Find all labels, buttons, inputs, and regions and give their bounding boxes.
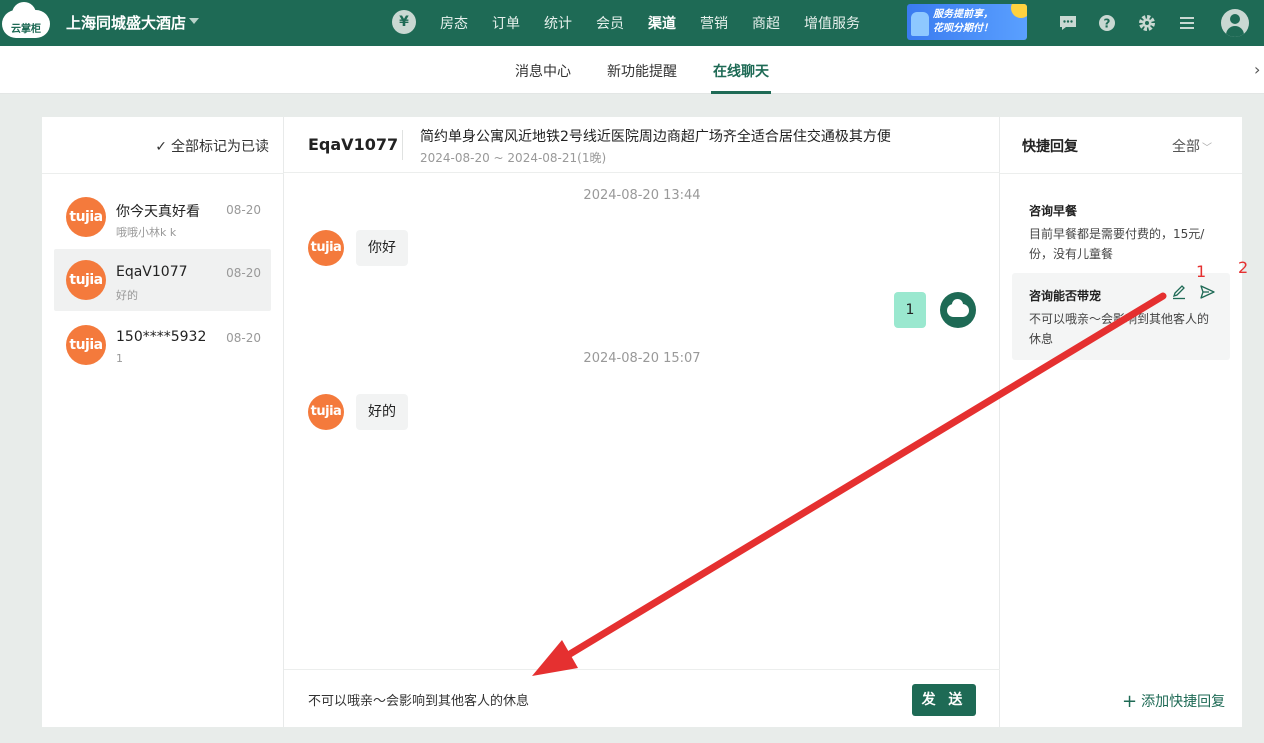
- quick-reply-item-title: 咨询早餐: [1029, 204, 1078, 218]
- quick-reply-item-text: 不可以哦亲～会影响到其他客人的休息: [1029, 312, 1210, 346]
- chat-area: EqaV1077 简约单身公寓风近地铁2号线近医院周边商超广场齐全适合居住交通极…: [284, 117, 1000, 727]
- nav-item-statistics[interactable]: 统计: [544, 13, 572, 33]
- chat-panel: ✓ 全部标记为已读 tujia 你今天真好看 08-20 哦哦小林k k tuji…: [42, 117, 1248, 727]
- hotel-name[interactable]: 上海同城盛大酒店: [66, 12, 186, 33]
- nav-item-channels[interactable]: 渠道: [648, 13, 676, 33]
- help-icon[interactable]: ?: [1097, 13, 1117, 33]
- divider: [1000, 173, 1242, 174]
- conversation-name: 150****5932: [116, 329, 207, 345]
- tujia-avatar-icon: tujia: [66, 325, 106, 365]
- conversation-preview: 1: [116, 352, 123, 365]
- promo-figure-icon: [911, 12, 929, 36]
- promo-line-2: 花呗分期付！: [933, 23, 993, 34]
- add-quick-reply-button[interactable]: + 添加快捷回复: [1122, 691, 1225, 712]
- hotel-avatar-icon: [940, 292, 976, 328]
- message-bubble: 好的: [356, 394, 408, 430]
- nav-item-store[interactable]: 商超: [752, 13, 780, 33]
- chat-header: EqaV1077 简约单身公寓风近地铁2号线近医院周边商超广场齐全适合居住交通极…: [284, 117, 1000, 173]
- quick-reply-item[interactable]: 咨询早餐 目前早餐都是需要付费的，15元/份，没有儿童餐: [1012, 188, 1230, 270]
- sub-tab-bar: 消息中心 新功能提醒 在线聊天 ›: [0, 46, 1264, 94]
- send-icon[interactable]: [1198, 283, 1216, 301]
- conversation-date: 08-20: [226, 331, 261, 345]
- tujia-avatar-icon: tujia: [66, 197, 106, 237]
- message-composer: 不可以哦亲～会影响到其他客人的休息 发 送: [284, 669, 1000, 727]
- menu-icon[interactable]: [1177, 13, 1197, 33]
- conversation-name: 你今天真好看: [116, 204, 200, 220]
- gear-icon[interactable]: [1137, 13, 1157, 33]
- divider: [42, 173, 284, 174]
- quick-reply-item-title: 咨询能否带宠: [1029, 289, 1102, 303]
- conversation-name: EqaV1077: [116, 264, 188, 280]
- edit-icon[interactable]: [1170, 283, 1188, 301]
- mark-all-read-button[interactable]: ✓ 全部标记为已读: [155, 136, 269, 156]
- user-avatar-icon[interactable]: [1221, 9, 1249, 37]
- plus-icon: +: [1122, 691, 1138, 712]
- nav-item-orders[interactable]: 订单: [492, 13, 520, 33]
- promo-banner[interactable]: 服务提前享， 花呗分期付！: [907, 4, 1027, 40]
- svg-text:?: ?: [1104, 17, 1111, 31]
- filter-label: 全部: [1172, 139, 1200, 155]
- mark-all-read-label: 全部标记为已读: [171, 139, 269, 155]
- chat-user-name: EqaV1077: [308, 135, 399, 154]
- promo-line-1: 服务提前享，: [933, 9, 993, 20]
- conversation-item-active[interactable]: tujia EqaV1077 08-20 好的: [54, 249, 271, 311]
- check-icon: ✓: [155, 139, 167, 155]
- yunzhanggui-logo[interactable]: 云掌柜: [2, 2, 50, 40]
- tab-online-chat[interactable]: 在线聊天: [713, 61, 769, 81]
- conversation-list: ✓ 全部标记为已读 tujia 你今天真好看 08-20 哦哦小林k k tuji…: [42, 117, 284, 727]
- main-nav: 房态 订单 统计 会员 渠道 营销 商超 增值服务: [440, 0, 884, 46]
- nav-item-marketing[interactable]: 营销: [700, 13, 728, 33]
- stay-dates: 2024-08-20 ~ 2024-08-21(1晚): [420, 151, 607, 165]
- conversation-preview: 哦哦小林k k: [116, 226, 177, 239]
- tab-new-features[interactable]: 新功能提醒: [607, 61, 677, 81]
- caret-down-icon[interactable]: [189, 18, 199, 24]
- active-tab-indicator: [711, 91, 771, 94]
- message-icon[interactable]: [1058, 13, 1078, 33]
- listing-title: 简约单身公寓风近地铁2号线近医院周边商超广场齐全适合居住交通极其方便: [420, 129, 891, 145]
- quick-reply-title: 快捷回复: [1022, 139, 1078, 155]
- conversation-preview: 好的: [116, 289, 138, 302]
- quick-reply-item-text: 目前早餐都是需要付费的，15元/份，没有儿童餐: [1029, 227, 1205, 261]
- message-timestamp: 2024-08-20 15:07: [583, 351, 701, 366]
- message-bubble: 你好: [356, 230, 408, 266]
- conversation-date: 08-20: [226, 203, 261, 217]
- annotation-number-2: 2: [1238, 258, 1249, 277]
- add-quick-reply-label: 添加快捷回复: [1141, 694, 1226, 710]
- message-timestamp: 2024-08-20 13:44: [583, 188, 701, 203]
- chevron-down-icon: ﹀: [1202, 143, 1212, 154]
- tab-message-center[interactable]: 消息中心: [515, 61, 571, 81]
- conversation-item[interactable]: tujia 150****5932 08-20 1: [54, 314, 271, 376]
- nav-item-members[interactable]: 会员: [596, 13, 624, 33]
- conversation-date: 08-20: [226, 266, 261, 280]
- nav-item-room-status[interactable]: 房态: [440, 13, 468, 33]
- promo-sun-icon: [1011, 4, 1027, 18]
- tujia-avatar-icon: tujia: [66, 260, 106, 300]
- promo-text: 服务提前享， 花呗分期付！: [933, 8, 993, 36]
- quick-reply-filter[interactable]: 全部 ﹀: [1172, 136, 1212, 156]
- nav-item-value-added[interactable]: 增值服务: [804, 13, 860, 33]
- tujia-avatar-icon: tujia: [308, 394, 344, 430]
- send-button[interactable]: 发 送: [912, 684, 976, 716]
- quick-reply-panel: 快捷回复 全部 ﹀ 咨询早餐 目前早餐都是需要付费的，15元/份，没有儿童餐 咨询…: [1000, 117, 1248, 727]
- host-message-bubble: 1: [894, 292, 926, 328]
- quick-reply-item-hover[interactable]: 咨询能否带宠 不可以哦亲～会影响到其他客人的休息: [1012, 273, 1230, 360]
- chevron-right-icon[interactable]: ›: [1254, 60, 1260, 79]
- annotation-number-1: 1: [1196, 262, 1207, 281]
- divider: [402, 130, 403, 160]
- tujia-avatar-icon: tujia: [308, 230, 344, 266]
- message-input[interactable]: 不可以哦亲～会影响到其他客人的休息: [308, 690, 529, 709]
- logo-text: 云掌柜: [11, 24, 41, 35]
- top-navbar: 云掌柜 上海同城盛大酒店 ¥ 房态 订单 统计 会员 渠道 营销 商超 增值服务…: [0, 0, 1264, 46]
- yen-icon[interactable]: ¥: [392, 10, 416, 34]
- conversation-item[interactable]: tujia 你今天真好看 08-20 哦哦小林k k: [54, 186, 271, 248]
